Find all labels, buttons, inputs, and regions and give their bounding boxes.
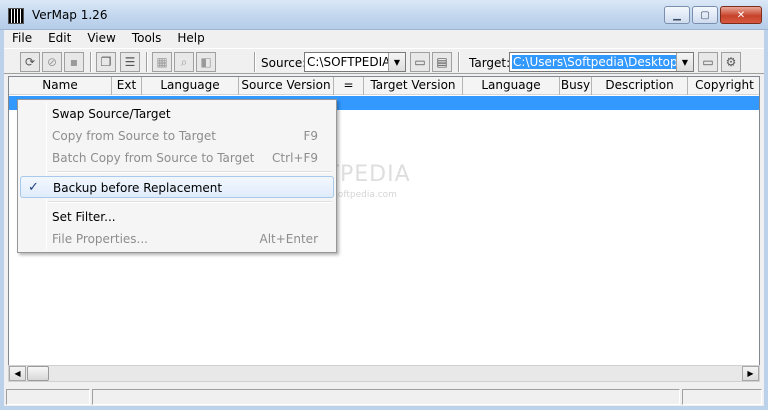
menu-tools[interactable]: Tools [124, 30, 170, 47]
status-pane [92, 389, 680, 405]
list-header: Name Ext Language Source Version = Targe… [9, 77, 759, 95]
menu-item-label: Set Filter... [52, 210, 116, 224]
horizontal-scrollbar[interactable]: ◀ ▶ [8, 365, 760, 382]
toolbar-separator [458, 52, 460, 72]
search-icon[interactable]: ⌕ [174, 52, 194, 72]
column-busy[interactable]: Busy [560, 77, 592, 95]
toolbar: ⟳ ⊘ ▪ ❐ ☰ ▦ ⌕ ◧ Source: C:\SOFTPEDIA\ ▼ … [4, 48, 764, 74]
refresh-icon[interactable]: ⟳ [20, 52, 40, 72]
menu-help[interactable]: Help [169, 30, 212, 47]
menu-item-label: Backup before Replacement [53, 181, 223, 195]
check-icon: ✓ [28, 180, 39, 195]
app-icon[interactable] [8, 8, 24, 24]
save-icon[interactable]: ▪ [64, 52, 84, 72]
minimize-button[interactable]: ▁ [664, 6, 690, 24]
column-target-language[interactable]: Language [463, 77, 560, 95]
column-source-version[interactable]: Source Version [239, 77, 334, 95]
menu-file[interactable]: File [4, 30, 40, 47]
column-copyright[interactable]: Copyright [688, 77, 759, 95]
scroll-right-icon[interactable]: ▶ [742, 366, 759, 381]
menu-item-label: Batch Copy from Source to Target [52, 151, 255, 165]
source-value: C:\SOFTPEDIA\ [307, 55, 395, 69]
column-name[interactable]: Name [9, 77, 112, 95]
menu-copy-source-target[interactable]: Copy from Source to Target F9 [20, 125, 334, 147]
target-combo[interactable]: C:\Users\Softpedia\Desktop\ ▼ [509, 52, 694, 72]
column-equal[interactable]: = [334, 77, 364, 95]
menu-item-shortcut: Alt+Enter [259, 232, 318, 246]
maximize-button[interactable]: ▢ [692, 6, 718, 24]
scroll-thumb[interactable] [27, 366, 49, 381]
status-bar [4, 386, 764, 406]
title-bar: VerMap 1.26 ▁ ▢ ✕ [0, 0, 768, 30]
menu-item-label: File Properties... [52, 232, 148, 246]
menu-item-label: Swap Source/Target [52, 107, 171, 121]
status-pane [682, 389, 762, 405]
status-pane [6, 389, 90, 405]
column-target-version[interactable]: Target Version [364, 77, 463, 95]
document-icon[interactable]: ▤ [432, 52, 452, 72]
source-label: Source: [261, 56, 307, 70]
column-ext[interactable]: Ext [112, 77, 142, 95]
menu-separator [48, 171, 332, 173]
chevron-down-icon[interactable]: ▼ [388, 53, 405, 71]
folder-open-icon[interactable]: ▭ [698, 52, 718, 72]
menu-set-filter[interactable]: Set Filter... [20, 206, 334, 228]
target-label: Target: [469, 56, 511, 70]
settings-icon[interactable]: ⚙ [721, 52, 741, 72]
menu-view[interactable]: View [79, 30, 123, 47]
toolbar-separator [90, 52, 92, 72]
window-title: VerMap 1.26 [32, 8, 108, 22]
menu-backup-before-replacement[interactable]: ✓ Backup before Replacement [20, 176, 334, 198]
close-button[interactable]: ✕ [720, 6, 762, 24]
menu-swap-source-target[interactable]: Swap Source/Target [20, 103, 334, 125]
target-value: C:\Users\Softpedia\Desktop\ [512, 55, 683, 69]
toolbar-separator [254, 52, 256, 72]
stop-icon[interactable]: ⊘ [42, 52, 62, 72]
copy-icon[interactable]: ❐ [96, 52, 116, 72]
folder-open-icon[interactable]: ▭ [410, 52, 430, 72]
menu-item-shortcut: Ctrl+F9 [272, 151, 318, 165]
menu-file-properties[interactable]: File Properties... Alt+Enter [20, 228, 334, 250]
properties-icon[interactable]: ◧ [196, 52, 216, 72]
batch-icon[interactable]: ▦ [152, 52, 172, 72]
source-combo[interactable]: C:\SOFTPEDIA\ ▼ [304, 52, 406, 72]
menu-separator [48, 201, 332, 203]
menu-item-shortcut: F9 [303, 129, 318, 143]
filter-icon[interactable]: ☰ [120, 52, 140, 72]
toolbar-separator [146, 52, 148, 72]
scroll-left-icon[interactable]: ◀ [9, 366, 26, 381]
menu-batch-copy[interactable]: Batch Copy from Source to Target Ctrl+F9 [20, 147, 334, 169]
column-language[interactable]: Language [142, 77, 239, 95]
column-description[interactable]: Description [592, 77, 688, 95]
menu-bar: File Edit View Tools Help [4, 30, 764, 47]
chevron-down-icon[interactable]: ▼ [676, 53, 693, 71]
context-menu: Swap Source/Target Copy from Source to T… [17, 99, 337, 253]
menu-item-label: Copy from Source to Target [52, 129, 217, 143]
menu-edit[interactable]: Edit [40, 30, 79, 47]
